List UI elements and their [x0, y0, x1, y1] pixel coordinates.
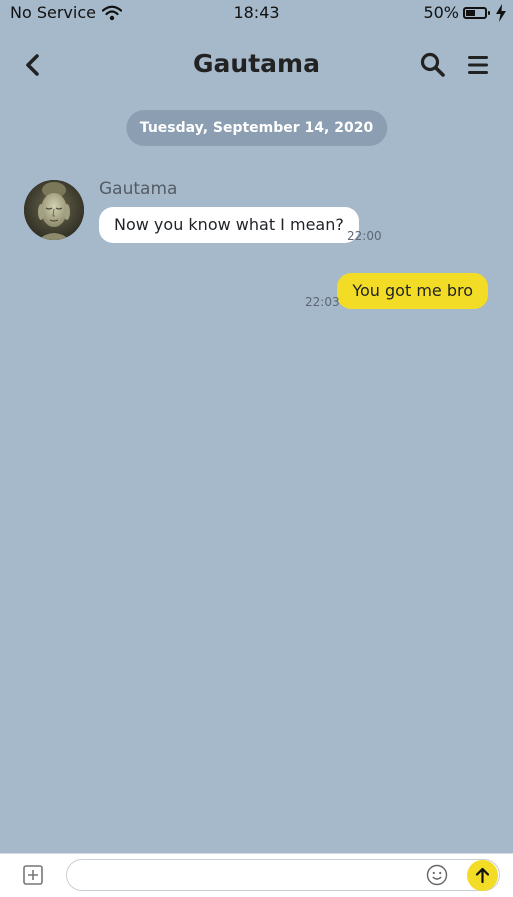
send-arrow-icon [475, 867, 490, 884]
emoji-icon [426, 864, 448, 886]
incoming-message-bubble[interactable]: Now you know what I mean? [99, 207, 359, 243]
avatar[interactable] [24, 180, 84, 240]
search-icon [420, 52, 445, 77]
battery-icon [463, 6, 490, 19]
message-input[interactable] [79, 864, 423, 888]
battery-fill [466, 9, 475, 16]
add-attachment-button[interactable] [23, 865, 43, 885]
date-divider: Tuesday, September 14, 2020 [125, 110, 388, 146]
sender-name: Gautama [99, 179, 178, 199]
chat-header: Gautama [0, 40, 513, 92]
message-composer [0, 853, 513, 897]
charging-bolt-icon [496, 3, 506, 22]
add-icon [23, 865, 43, 885]
buddha-avatar-icon [24, 180, 84, 240]
emoji-button[interactable] [426, 864, 448, 886]
menu-icon [468, 56, 488, 74]
search-button[interactable] [419, 51, 447, 79]
status-right: 50% [423, 3, 507, 22]
outgoing-message-bubble[interactable]: You got me bro [337, 273, 488, 309]
battery-percent: 50% [423, 3, 459, 22]
incoming-message-time: 22:00 [347, 229, 382, 243]
menu-button[interactable] [465, 52, 491, 78]
status-bar: No Service 18:43 50% [0, 0, 513, 26]
send-button[interactable] [467, 860, 498, 891]
outgoing-message-time: 22:03 [305, 295, 340, 309]
